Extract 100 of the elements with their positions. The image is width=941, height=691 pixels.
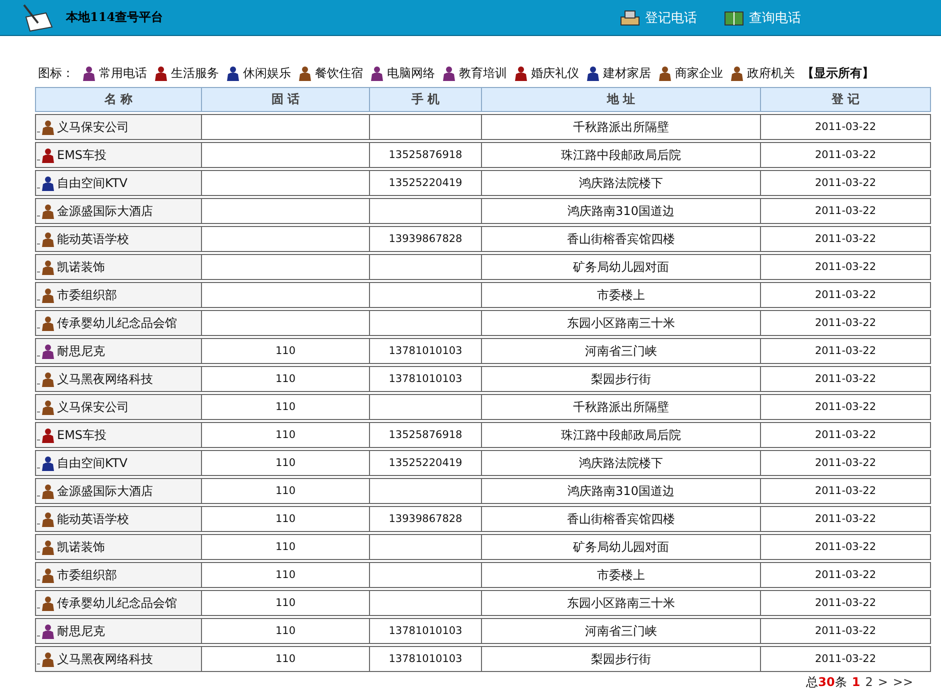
page-link[interactable]: 2 xyxy=(865,675,873,689)
table-cell: 13939867828 xyxy=(370,226,482,252)
register-machine-icon xyxy=(619,8,641,26)
table-cell: 2011-03-22 xyxy=(761,422,931,448)
table-cell: 千秋路派出所隔壁 xyxy=(482,114,761,140)
table-cell: 2011-03-22 xyxy=(761,142,931,168)
site-title: 本地114查号平台 xyxy=(66,9,164,26)
table-cell: 2011-03-22 xyxy=(761,646,931,672)
business-name: 金源盛国际大酒店 xyxy=(57,484,153,498)
business-name: 义马黑夜网络科技 xyxy=(57,652,153,666)
business-name: 市委组织部 xyxy=(57,568,117,582)
business-name: 耐思尼克 xyxy=(57,624,105,638)
table-cell: 市委楼上 xyxy=(482,282,761,308)
table-cell: 鸿庆路南310国道边 xyxy=(482,478,761,504)
table-cell: 矿务局幼儿园对面 xyxy=(482,534,761,560)
total-count: 总30条 xyxy=(806,674,847,690)
table-cell: 东园小区路南三十米 xyxy=(482,590,761,616)
category-link[interactable]: 常用电话 xyxy=(82,64,147,82)
table-cell: 2011-03-22 xyxy=(761,590,931,616)
table-cell: 河南省三门峡 xyxy=(482,618,761,644)
table-cell: 市委楼上 xyxy=(482,562,761,588)
table-cell: 110 xyxy=(202,562,370,588)
table-cell: 鸿庆路南310国道边 xyxy=(482,198,761,224)
category-link[interactable]: 电脑网络 xyxy=(370,64,435,82)
table-cell: 2011-03-22 xyxy=(761,562,931,588)
table-cell: 2011-03-22 xyxy=(761,254,931,280)
show-all-link[interactable]: 【显示所有】 xyxy=(802,64,874,82)
table-cell: 2011-03-22 xyxy=(761,450,931,476)
business-name: 凯诺装饰 xyxy=(57,540,105,554)
table-cell: 110 xyxy=(202,422,370,448)
business-name: 金源盛国际大酒店 xyxy=(57,204,153,218)
table-cell: 鸿庆路法院楼下 xyxy=(482,170,761,196)
column-header: 固 话 xyxy=(202,87,370,112)
last-page-link[interactable]: >> xyxy=(892,675,913,689)
table-cell: 2011-03-22 xyxy=(761,198,931,224)
table-cell: 香山街榕香宾馆四楼 xyxy=(482,506,761,532)
table-cell: 110 xyxy=(202,394,370,420)
column-header: 登 记 xyxy=(761,87,931,112)
table-cell: 2011-03-22 xyxy=(761,366,931,392)
table-cell: 110 xyxy=(202,450,370,476)
table-cell: 2011-03-22 xyxy=(761,534,931,560)
table-cell: 13525876918 xyxy=(370,422,482,448)
table-cell: 13781010103 xyxy=(370,618,482,644)
table-cell: 2011-03-22 xyxy=(761,226,931,252)
table-cell: 2011-03-22 xyxy=(761,618,931,644)
table-cell: 110 xyxy=(202,366,370,392)
category-link[interactable]: 商家企业 xyxy=(658,64,723,82)
business-name: 能动英语学校 xyxy=(57,232,129,246)
table-cell: 110 xyxy=(202,590,370,616)
table-cell: 13939867828 xyxy=(370,506,482,532)
table-cell: 13525220419 xyxy=(370,450,482,476)
table-cell: 13781010103 xyxy=(370,366,482,392)
table-cell: 110 xyxy=(202,338,370,364)
table-cell: 2011-03-22 xyxy=(761,170,931,196)
business-name: 凯诺装饰 xyxy=(57,260,105,274)
category-link[interactable]: 生活服务 xyxy=(154,64,219,82)
business-name: 自由空间KTV xyxy=(57,456,128,470)
category-link[interactable]: 婚庆礼仪 xyxy=(514,64,579,82)
page-link[interactable]: 1 xyxy=(852,675,860,689)
category-link[interactable]: 教育培训 xyxy=(442,64,507,82)
table-cell: 2011-03-22 xyxy=(761,478,931,504)
business-name: 义马保安公司 xyxy=(57,400,129,414)
business-name: 传承婴幼儿纪念品会馆 xyxy=(57,316,177,330)
business-name: 自由空间KTV xyxy=(57,176,128,190)
business-name: EMS车投 xyxy=(57,148,107,162)
table-cell: 2011-03-22 xyxy=(761,282,931,308)
category-link[interactable]: 餐饮住宿 xyxy=(298,64,363,82)
table-cell: 河南省三门峡 xyxy=(482,338,761,364)
business-name: 传承婴幼儿纪念品会馆 xyxy=(57,596,177,610)
table-cell: 2011-03-22 xyxy=(761,394,931,420)
book-icon xyxy=(723,8,745,26)
table-cell: 110 xyxy=(202,478,370,504)
table-cell: 13525876918 xyxy=(370,142,482,168)
category-link[interactable]: 建材家居 xyxy=(586,64,651,82)
table-cell: 珠江路中段邮政局后院 xyxy=(482,422,761,448)
table-cell: 110 xyxy=(202,506,370,532)
table-cell: 2011-03-22 xyxy=(761,114,931,140)
business-name: 义马保安公司 xyxy=(57,120,129,134)
table-cell: 珠江路中段邮政局后院 xyxy=(482,142,761,168)
table-cell: 110 xyxy=(202,618,370,644)
business-name: EMS车投 xyxy=(57,428,107,442)
column-header: 地 址 xyxy=(482,87,761,112)
category-link[interactable]: 休闲娱乐 xyxy=(226,64,291,82)
table-cell: 110 xyxy=(202,646,370,672)
table-cell: 110 xyxy=(202,534,370,560)
business-name: 能动英语学校 xyxy=(57,512,129,526)
category-link[interactable]: 政府机关 xyxy=(730,64,795,82)
table-cell: 13781010103 xyxy=(370,338,482,364)
table-cell: 2011-03-22 xyxy=(761,310,931,336)
table-cell: 2011-03-22 xyxy=(761,506,931,532)
table-cell: 梨园步行街 xyxy=(482,646,761,672)
legend-label: 图标： xyxy=(38,64,74,82)
table-cell: 矿务局幼儿园对面 xyxy=(482,254,761,280)
table-cell: 东园小区路南三十米 xyxy=(482,310,761,336)
table-cell: 千秋路派出所隔壁 xyxy=(482,394,761,420)
table-cell: 梨园步行街 xyxy=(482,366,761,392)
table-cell: 13781010103 xyxy=(370,646,482,672)
business-name: 耐思尼克 xyxy=(57,344,105,358)
table-cell: 鸿庆路法院楼下 xyxy=(482,450,761,476)
next-page-link[interactable]: > xyxy=(878,675,888,689)
